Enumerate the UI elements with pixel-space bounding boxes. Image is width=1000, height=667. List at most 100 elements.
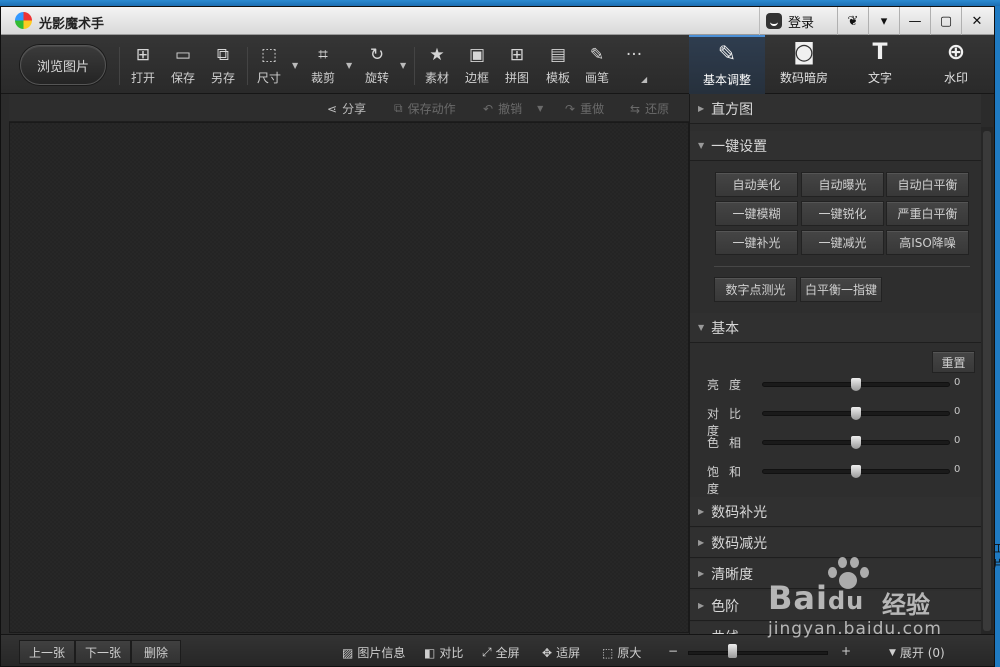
resize-button[interactable]: ⬚ 尺寸 — [248, 43, 290, 91]
border-button[interactable]: ▣ 边框 — [456, 43, 498, 91]
brush-button[interactable]: ✎ 画笔 — [576, 43, 618, 91]
one-click-blur-button[interactable]: 一键模糊 — [715, 201, 798, 226]
section-digital-reduce-light[interactable]: ▶ 数码减光 — [690, 528, 981, 558]
tab-text[interactable]: T 文字 — [842, 35, 918, 94]
zoom-slider[interactable] — [688, 651, 828, 655]
restore-icon: ⇆ — [630, 101, 641, 116]
panel-scrollbar[interactable] — [981, 127, 993, 634]
share-button[interactable]: ⋖ 分享 — [327, 100, 366, 117]
auto-beautify-button[interactable]: 自动美化 — [715, 172, 798, 197]
one-click-sharpen-button[interactable]: 一键锐化 — [801, 201, 884, 226]
save-action-button[interactable]: ⧉ 保存动作 — [394, 100, 456, 117]
high-iso-denoise-button[interactable]: 高ISO降噪 — [886, 230, 969, 255]
section-label: 曲线 — [711, 627, 739, 635]
rotate-button[interactable]: ↻ 旋转 — [356, 43, 398, 91]
auto-exposure-button[interactable]: 自动曝光 — [801, 172, 884, 197]
material-button[interactable]: ★ 素材 — [416, 43, 458, 91]
brush-label: 画笔 — [584, 71, 609, 85]
contrast-slider[interactable] — [762, 407, 950, 420]
crop-button[interactable]: ⌗ 裁剪 — [302, 43, 344, 91]
save-icon: ▭ — [174, 45, 192, 65]
collage-button[interactable]: ⊞ 拼图 — [496, 43, 538, 91]
login-label: 登录 — [788, 15, 815, 31]
border-icon: ▣ — [468, 45, 486, 65]
close-button[interactable]: ✕ — [961, 7, 992, 35]
white-balance-picker-button[interactable]: 白平衡一指键 — [800, 277, 882, 302]
zoom-slider-knob[interactable] — [728, 644, 737, 658]
save-label: 保存 — [170, 71, 195, 85]
compare-button[interactable]: ◧ 对比 — [424, 644, 463, 661]
contrast-value: 0 — [954, 406, 961, 417]
tab-digital-darkroom[interactable]: ◙ 数码暗房 — [766, 35, 842, 94]
more-button[interactable]: ··· — [613, 43, 655, 91]
section-basic[interactable]: ▼ 基本 — [690, 313, 981, 343]
collage-label: 拼图 — [504, 71, 529, 85]
section-label: 色阶 — [711, 598, 740, 615]
section-histogram[interactable]: ▶ 直方图 — [690, 94, 981, 124]
strong-white-balance-button[interactable]: 严重白平衡 — [886, 201, 969, 226]
resize-dropdown-icon[interactable]: ▼ — [292, 61, 298, 70]
slider-knob[interactable] — [851, 436, 861, 449]
tab-watermark[interactable]: ⊕ 水印 — [918, 35, 994, 94]
slider-knob[interactable] — [851, 378, 861, 391]
collapse-arrow-icon: ▼ — [698, 141, 705, 150]
skin-button[interactable]: ❦ — [837, 7, 868, 35]
delete-button[interactable]: 删除 — [131, 640, 181, 664]
crop-dropdown-icon[interactable]: ▼ — [346, 61, 352, 70]
image-canvas[interactable] — [9, 122, 689, 633]
resize-icon: ⬚ — [260, 45, 278, 65]
image-info-icon: ▨ — [342, 645, 354, 660]
image-info-button[interactable]: ▨ 图片信息 — [342, 644, 405, 661]
original-size-button[interactable]: ⬚ 原大 — [602, 644, 641, 661]
section-digital-fill-light[interactable]: ▶ 数码补光 — [690, 497, 981, 527]
tab-basic-adjust[interactable]: ✎ 基本调整 — [689, 35, 765, 94]
hue-slider[interactable] — [762, 436, 950, 449]
save-button[interactable]: ▭ 保存 — [162, 43, 204, 91]
saturation-value: 0 — [954, 464, 961, 475]
slider-knob[interactable] — [851, 407, 861, 420]
menu-button[interactable]: ▾ — [868, 7, 899, 35]
undo-dropdown-icon[interactable]: ▼ — [537, 104, 543, 113]
expand-down-icon: ▼ — [889, 647, 896, 658]
open-button[interactable]: ⊞ 打开 — [122, 43, 164, 91]
template-button[interactable]: ▤ 模板 — [537, 43, 579, 91]
saturation-slider[interactable] — [762, 465, 950, 478]
expand-label: 展开 (0) — [899, 646, 945, 660]
expand-filmstrip-button[interactable]: ▼ 展开 (0) — [889, 644, 945, 661]
adjust-panel: ▶ 直方图 ▼ 一键设置 自动美化 自动曝光 自动白平衡 一键模糊 一键锐化 严重白… — [689, 94, 981, 634]
toolbar-divider — [414, 47, 415, 85]
save-as-button[interactable]: ⧉ 另存 — [202, 43, 244, 91]
section-one-click[interactable]: ▼ 一键设置 — [690, 131, 981, 161]
fullscreen-button[interactable]: ⤢ 全屏 — [482, 644, 520, 661]
watermark-brand: Baidu — [768, 579, 865, 617]
scrollbar-thumb[interactable] — [983, 131, 991, 631]
fullscreen-label: 全屏 — [495, 646, 520, 660]
rotate-label: 旋转 — [364, 71, 389, 85]
slider-knob[interactable] — [851, 465, 861, 478]
rotate-dropdown-icon[interactable]: ▼ — [400, 61, 406, 70]
zoom-in-button[interactable]: + — [841, 644, 851, 658]
restore-button[interactable]: ⇆ 还原 — [630, 100, 669, 117]
maximize-button[interactable]: ▢ — [930, 7, 961, 35]
more-expand-icon[interactable]: ◢ — [641, 75, 647, 84]
one-click-fill-light-button[interactable]: 一键补光 — [715, 230, 798, 255]
fit-screen-button[interactable]: ✥ 适屏 — [542, 644, 580, 661]
next-image-button[interactable]: 下一张 — [75, 640, 131, 664]
undo-button[interactable]: ↶ 撤销 ▼ — [483, 100, 543, 117]
crop-icon: ⌗ — [318, 45, 328, 65]
reset-button[interactable]: 重置 — [932, 351, 975, 373]
brightness-slider[interactable] — [762, 378, 950, 391]
zoom-out-button[interactable]: − — [668, 644, 678, 658]
previous-image-button[interactable]: 上一张 — [19, 640, 75, 664]
auto-white-balance-button[interactable]: 自动白平衡 — [886, 172, 969, 197]
minimize-button[interactable]: — — [899, 7, 930, 35]
login-button[interactable]: 登录 — [759, 7, 831, 35]
section-label: 一键设置 — [711, 138, 768, 155]
one-click-reduce-light-button[interactable]: 一键减光 — [801, 230, 884, 255]
spot-metering-button[interactable]: 数字点测光 — [714, 277, 797, 302]
expand-arrow-icon: ▶ — [698, 104, 705, 113]
browse-images-button[interactable]: 浏览图片 — [20, 45, 106, 85]
brightness-label: 亮度 — [707, 378, 752, 392]
redo-button[interactable]: ↷ 重做 — [565, 100, 604, 117]
tab-label: 水印 — [943, 71, 968, 85]
